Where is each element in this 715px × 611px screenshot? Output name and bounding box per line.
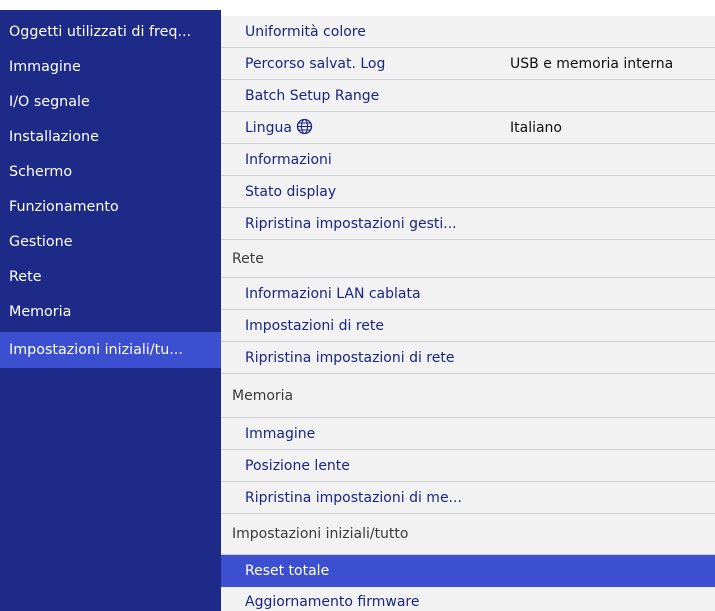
row-label: Batch Setup Range	[245, 88, 380, 104]
row-label: Reset totale	[245, 563, 330, 579]
sidebar-item-installation[interactable]: Installazione	[0, 119, 221, 155]
sidebar-item-frequent[interactable]: Oggetti utilizzati di freq...	[0, 14, 221, 50]
section-label: Memoria	[232, 388, 294, 404]
menu-row-display-status[interactable]: Stato display	[221, 176, 715, 208]
sidebar-item-signal-io[interactable]: I/O segnale	[0, 84, 221, 120]
row-label: Stato display	[245, 184, 337, 200]
menu-row-lens-position[interactable]: Posizione lente	[221, 450, 715, 482]
menu-row-color-uniformity[interactable]: Uniformità colore	[221, 16, 715, 48]
row-label: Informazioni	[245, 152, 332, 168]
menu-row-reset-network[interactable]: Ripristina impostazioni di rete	[221, 342, 715, 374]
section-label: Impostazioni iniziali/tutto	[232, 526, 409, 542]
row-label: Informazioni LAN cablata	[245, 286, 421, 302]
row-value: Italiano	[510, 120, 562, 136]
row-value: USB e memoria interna	[510, 56, 674, 72]
menu-row-reset-memory[interactable]: Ripristina impostazioni di me...	[221, 482, 715, 514]
sidebar-item-initial-settings[interactable]: Impostazioni iniziali/tu...	[0, 332, 221, 368]
row-label: Ripristina impostazioni gesti...	[245, 216, 457, 232]
sidebar-item-image[interactable]: Immagine	[0, 49, 221, 85]
row-label: Uniformità colore	[245, 24, 366, 40]
globe-icon	[296, 115, 313, 143]
sidebar-item-network[interactable]: Rete	[0, 259, 221, 295]
menu-row-language[interactable]: Lingua Italiano	[221, 112, 715, 144]
menu-row-network-settings[interactable]: Impostazioni di rete	[221, 310, 715, 342]
row-label: Immagine	[245, 426, 316, 442]
settings-panel: Uniformità colore Percorso salvat. Log U…	[221, 0, 715, 611]
sidebar-item-screen[interactable]: Schermo	[0, 154, 221, 190]
section-header-memory: Memoria	[221, 374, 715, 418]
sidebar-item-management[interactable]: Gestione	[0, 224, 221, 260]
sidebar-item-operation[interactable]: Funzionamento	[0, 189, 221, 225]
row-label: Aggiornamento firmware	[245, 594, 420, 610]
menu-row-wired-lan-info[interactable]: Informazioni LAN cablata	[221, 278, 715, 310]
panel-top-strip	[221, 0, 715, 10]
menu-row-reset-all[interactable]: Reset totale	[221, 555, 715, 587]
menu-row-log-save-path[interactable]: Percorso salvat. Log USB e memoria inter…	[221, 48, 715, 80]
menu-row-reset-management[interactable]: Ripristina impostazioni gesti...	[221, 208, 715, 240]
row-label: Impostazioni di rete	[245, 318, 384, 334]
sidebar-item-memory[interactable]: Memoria	[0, 294, 221, 330]
section-label: Rete	[232, 251, 264, 267]
sidebar-top-strip	[0, 0, 221, 10]
section-header-network: Rete	[221, 240, 715, 278]
category-sidebar: Oggetti utilizzati di freq... Immagine I…	[0, 0, 221, 611]
section-header-initial-settings: Impostazioni iniziali/tutto	[221, 514, 715, 555]
row-label: Posizione lente	[245, 458, 350, 474]
row-label: Ripristina impostazioni di me...	[245, 490, 462, 506]
row-label: Percorso salvat. Log	[245, 56, 386, 72]
menu-row-memory-image[interactable]: Immagine	[221, 418, 715, 450]
menu-row-batch-setup-range[interactable]: Batch Setup Range	[221, 80, 715, 112]
row-label: Lingua	[245, 120, 292, 136]
menu-row-firmware-update[interactable]: Aggiornamento firmware	[221, 587, 715, 611]
menu-row-information[interactable]: Informazioni	[221, 144, 715, 176]
row-label: Ripristina impostazioni di rete	[245, 350, 455, 366]
